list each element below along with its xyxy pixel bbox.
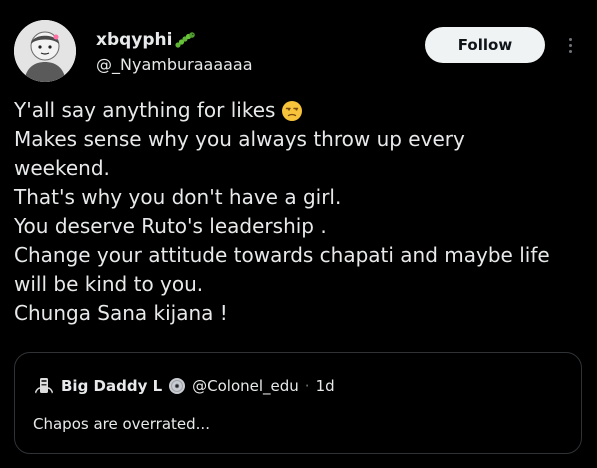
quoted-author-name[interactable]: Big Daddy L [61, 377, 162, 395]
quoted-author-avatar[interactable] [33, 375, 55, 397]
avatar-sticker [14, 20, 76, 82]
tweet-line: Chunga Sana kijana ! [14, 301, 228, 325]
author-avatar[interactable] [14, 20, 76, 82]
author-handle[interactable]: @_Nyamburaaaaaa [96, 55, 253, 74]
tweet-line: You deserve Ruto's leadership . [14, 214, 327, 238]
quoted-tweet-header: Big Daddy L @Colonel_edu · 1d [33, 375, 335, 397]
quoted-avatar-icon [33, 375, 55, 397]
tweet-line-text: Y'all say anything for likes [14, 98, 276, 122]
caterpillar-emoji-icon [175, 32, 196, 48]
tweet-line: Makes sense why you always throw up ever… [14, 127, 465, 151]
tweet-line: weekend. [14, 156, 110, 180]
quoted-tweet-text: Chapos are overrated... [33, 415, 210, 433]
more-vertical-icon [568, 37, 572, 41]
tweet-line: will be kind to you. [14, 272, 204, 296]
quoted-timestamp[interactable]: 1d [316, 377, 335, 395]
tweet-text: Y'all say anything for likes Makes sense… [14, 96, 584, 328]
disc-emoji-icon [169, 378, 186, 394]
tweet-line: That's why you don't have a girl. [14, 185, 342, 209]
more-options-button[interactable] [562, 30, 578, 60]
author-name-text: xbqyphi [96, 30, 173, 50]
quoted-author-handle[interactable]: @Colonel_edu [192, 377, 299, 395]
quoted-tweet-card[interactable]: Big Daddy L @Colonel_edu · 1d Chapos are… [14, 352, 582, 454]
follow-button[interactable]: Follow [425, 27, 545, 63]
tweet-line: Y'all say anything for likes [14, 96, 584, 125]
more-vertical-icon-dot [568, 43, 572, 47]
tweet-line: Change your attitude towards chapati and… [14, 243, 550, 267]
more-vertical-icon-dot [568, 49, 572, 53]
quoted-separator: · [304, 377, 310, 395]
unamused-face-emoji-icon [282, 100, 303, 121]
author-display-name[interactable]: xbqyphi [96, 30, 196, 50]
